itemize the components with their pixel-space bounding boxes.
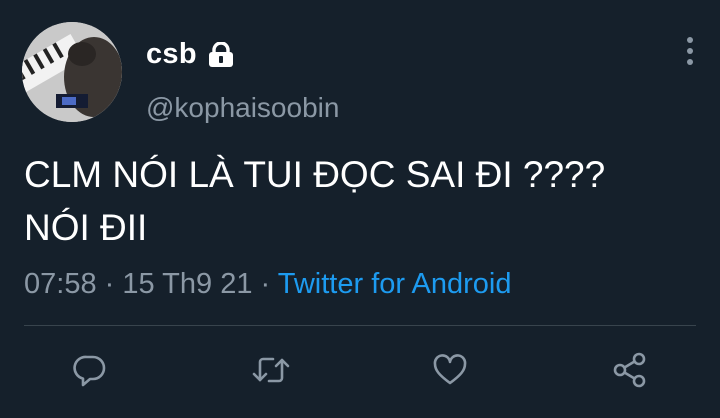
tweet-source-link[interactable]: Twitter for Android xyxy=(278,268,512,300)
retweet-button[interactable] xyxy=(251,352,291,392)
reply-icon xyxy=(72,352,108,393)
share-icon xyxy=(611,351,649,394)
share-button[interactable] xyxy=(610,352,650,392)
retweet-icon xyxy=(251,352,291,393)
lock-icon xyxy=(207,41,235,68)
more-options-icon[interactable] xyxy=(680,34,700,70)
tweet-text-line: NÓI ĐII xyxy=(24,207,148,248)
avatar[interactable] xyxy=(22,22,122,122)
tweet-date: 15 Th9 21 xyxy=(122,268,253,300)
like-button[interactable] xyxy=(430,352,470,392)
separator: · xyxy=(104,268,115,300)
tweet-text-line: CLM NÓI LÀ TUI ĐỌC SAI ĐI ???? xyxy=(24,154,606,195)
tweet-meta: 07:58 · 15 Th9 21 · Twitter for Android xyxy=(24,268,511,301)
user-handle[interactable]: @kophaisoobin xyxy=(146,92,339,124)
divider xyxy=(24,325,696,326)
separator: · xyxy=(260,268,271,300)
tweet-text: CLM NÓI LÀ TUI ĐỌC SAI ĐI ???? NÓI ĐII xyxy=(24,148,704,254)
reply-button[interactable] xyxy=(70,352,110,392)
tweet-time: 07:58 xyxy=(24,268,97,300)
like-icon xyxy=(432,352,468,393)
display-name[interactable]: csb xyxy=(146,38,197,71)
